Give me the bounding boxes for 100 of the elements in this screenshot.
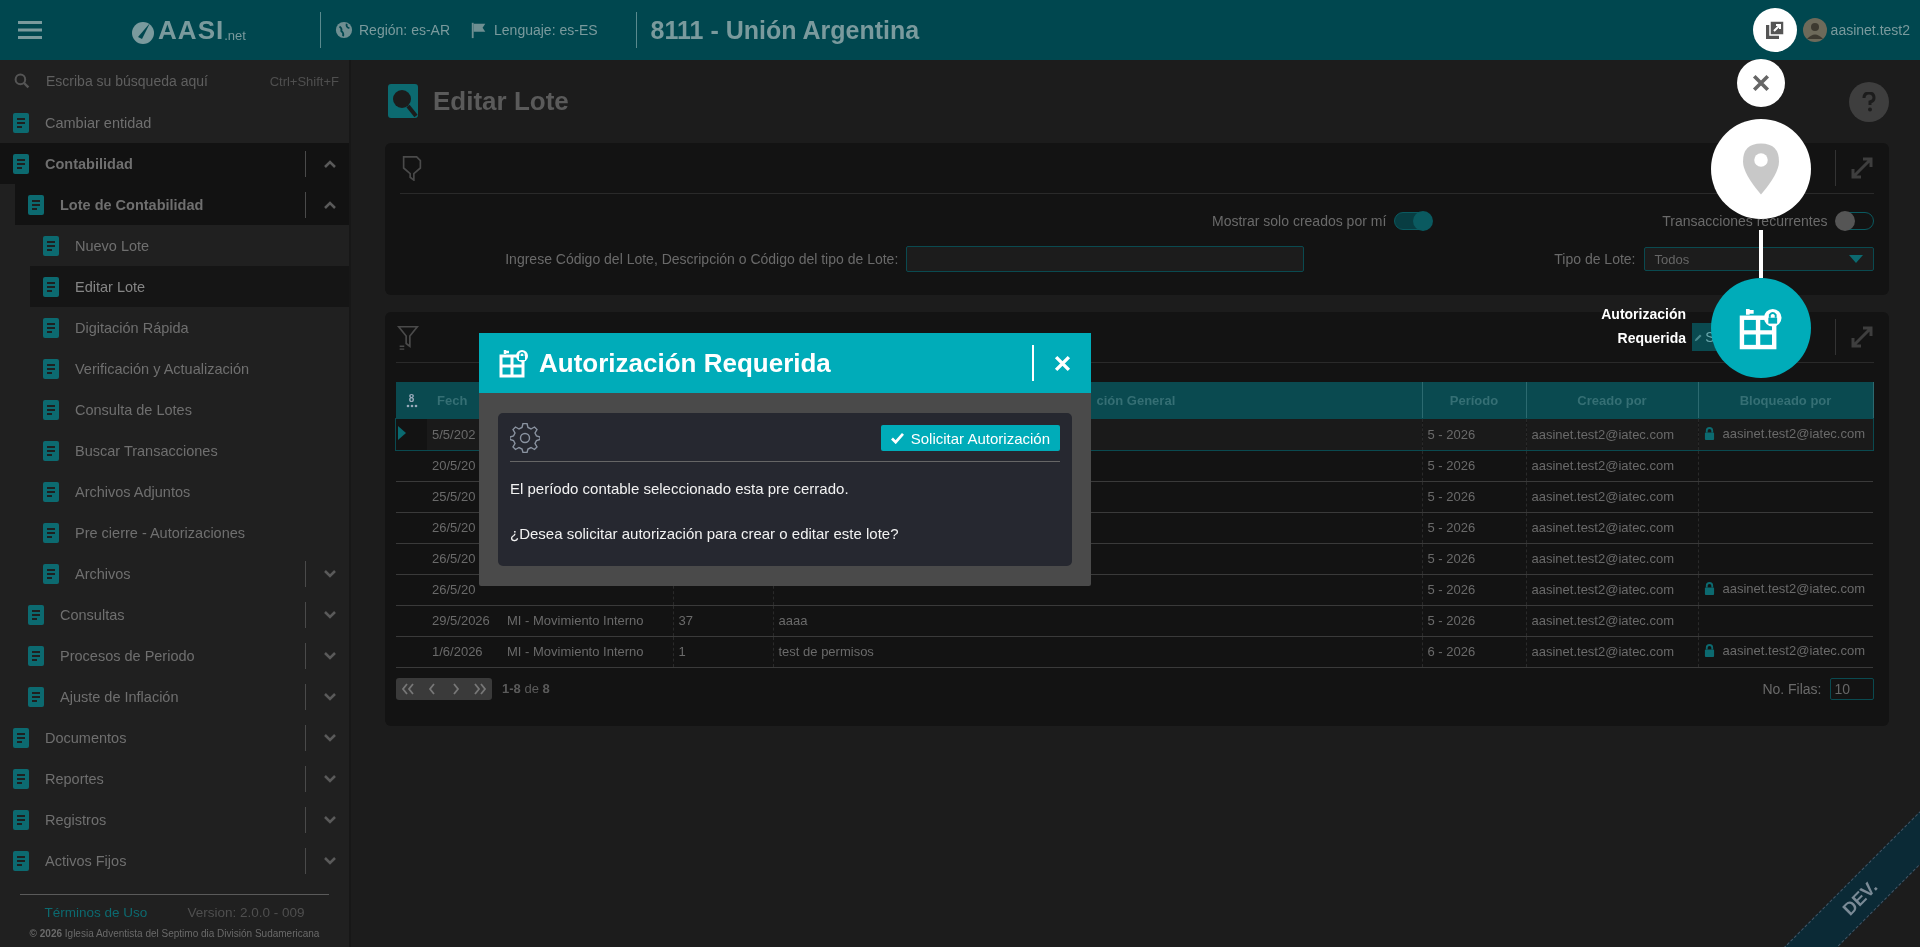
page-range: 1-8 de 8	[502, 681, 550, 696]
chevron-icon[interactable]	[323, 732, 337, 743]
table-cell: aasinet.test2@iatec.com	[1531, 458, 1675, 473]
expand-icon[interactable]	[1849, 155, 1874, 181]
request-authorization-button[interactable]: Solicitar Autorización	[880, 425, 1060, 451]
table-cell: 5 - 2026	[1427, 458, 1476, 473]
table-cell: MI - Movimiento Interno	[507, 644, 644, 659]
chevron-icon[interactable]	[323, 855, 337, 866]
table-cell: aasinet.test2@iatec.com	[1531, 426, 1675, 442]
document-icon	[26, 644, 46, 667]
table-cell: aasinet.test2@iatec.com	[1531, 489, 1675, 504]
sidebar-item[interactable]: Nuevo Lote	[30, 225, 349, 266]
terms-link[interactable]: Términos de Uso	[44, 905, 148, 920]
sidebar-item[interactable]: Consultas	[15, 594, 349, 635]
sidebar-item[interactable]: Archivos	[30, 553, 349, 594]
table-cell: aasinet.test2@iatec.com	[1531, 613, 1675, 628]
table-cell: 5 - 2026	[1427, 551, 1476, 566]
toggle-label: Transacciones recurrentes	[1662, 213, 1828, 229]
menu-icon[interactable]	[18, 20, 42, 40]
entity-title: 8111 - Unión Argentina	[650, 15, 920, 45]
table-cell: MI - Movimiento Interno	[507, 613, 644, 628]
chevron-icon[interactable]	[323, 773, 337, 784]
external-window-icon	[1764, 20, 1785, 40]
toggle-switch[interactable]	[1835, 212, 1874, 230]
document-icon	[41, 357, 61, 380]
sidebar-item[interactable]: Buscar Transacciones	[30, 430, 349, 471]
sidebar-item[interactable]: Cambiar entidad	[0, 102, 349, 143]
document-icon	[41, 234, 61, 257]
field-label: Ingrese Código del Lote, Descripción o Código del tipo de Lote:	[505, 251, 899, 267]
sidebar-item[interactable]: Consulta de Lotes	[30, 389, 349, 430]
page-title: Editar Lote	[433, 86, 569, 117]
table-cell: 29/5/2026	[432, 613, 490, 628]
search-field[interactable]: Escriba su búsqueda aquí	[44, 72, 270, 90]
table-cell: aasinet.test2@iatec.com	[1531, 644, 1675, 659]
export-button[interactable]	[1752, 8, 1797, 52]
table-cell: 37	[678, 613, 693, 628]
sidebar-item[interactable]: Ajuste de Inflación	[15, 676, 349, 717]
rows-per-page-field[interactable]: 10	[1829, 677, 1874, 700]
batch-search-field[interactable]	[906, 246, 1305, 272]
document-icon	[11, 849, 31, 872]
sidebar-item[interactable]: Verificación y Actualización	[30, 348, 349, 389]
field-label: Tipo de Lote:	[1554, 251, 1636, 267]
document-icon	[41, 521, 61, 544]
table-cell: 26/5/20	[432, 520, 476, 535]
chevron-icon[interactable]	[323, 568, 337, 579]
toggle-label: Mostrar solo creados por mí	[1212, 213, 1387, 229]
chevron-icon[interactable]	[323, 199, 337, 210]
sidebar-item[interactable]: Contabilidad	[0, 143, 349, 184]
sidebar-item[interactable]: Pre cierre - Autorizaciones	[30, 512, 349, 553]
sidebar-item[interactable]: Editar Lote	[30, 266, 349, 307]
sidebar-item[interactable]: Digitación Rápida	[30, 307, 349, 348]
table-cell: 1/6/2026	[432, 644, 483, 659]
user-name[interactable]: aasinet.test2	[1830, 22, 1910, 38]
lock-icon	[1703, 644, 1715, 657]
chevron-icon[interactable]	[323, 609, 337, 620]
sidebar-item[interactable]: Archivos Adjuntos	[30, 471, 349, 512]
check-icon	[890, 432, 904, 444]
language-label[interactable]: Lenguaje: es-ES	[494, 22, 598, 38]
sidebar-item[interactable]: Documentos	[0, 717, 349, 758]
logo-suffix: .net	[224, 27, 246, 43]
document-icon	[41, 480, 61, 503]
sidebar-item[interactable]: Procesos de Periodo	[15, 635, 349, 676]
document-icon	[11, 726, 31, 749]
sidebar-item[interactable]: Registros	[0, 799, 349, 840]
document-icon	[26, 193, 46, 216]
table-cell: 5 - 2026	[1427, 426, 1476, 442]
chevron-icon[interactable]	[323, 814, 337, 825]
lock-icon	[1703, 582, 1715, 595]
toggle-switch[interactable]	[1394, 212, 1433, 230]
document-icon	[11, 111, 31, 134]
close-icon[interactable]	[1737, 59, 1785, 107]
sidebar-item[interactable]: Activos Fijos	[0, 840, 349, 881]
more-dots-icon[interactable]	[405, 404, 418, 408]
search-icon	[14, 73, 30, 89]
settings-icon[interactable]	[510, 423, 540, 453]
table-cell: 1	[678, 644, 686, 659]
document-icon	[41, 562, 61, 585]
dialog-message: El período contable seleccionado esta pre cerrado.	[510, 480, 850, 497]
table-cell: aasinet.test2@iatec.com	[1531, 551, 1675, 566]
sidebar-item[interactable]: Lote de Contabilidad	[15, 184, 349, 225]
calendar-lock-icon	[499, 348, 529, 378]
document-icon	[11, 152, 31, 175]
sidebar-item[interactable]: Reportes	[0, 758, 349, 799]
table-cell: 26/5/20	[432, 582, 476, 597]
region-label[interactable]: Región: es-AR	[359, 22, 451, 38]
table-cell: aasinet.test2@iatec.com	[1531, 582, 1675, 597]
document-icon	[26, 685, 46, 708]
logo-text: AASI	[158, 14, 225, 46]
chevron-icon[interactable]	[323, 691, 337, 702]
document-icon	[26, 603, 46, 626]
table-cell: 6 - 2026	[1427, 644, 1476, 659]
table-row[interactable]: 29/5/2026 MI - Movimiento Interno 37 aaaa 5 - 2026 aasinet.test2@iatec.com	[396, 605, 1873, 636]
chevron-icon[interactable]	[323, 158, 337, 169]
expand-icon[interactable]	[1849, 324, 1874, 350]
batch-type-dropdown[interactable]: Todos	[1643, 247, 1874, 271]
avatar-icon[interactable]	[1802, 18, 1827, 42]
table-row[interactable]: 1/6/2026 MI - Movimiento Interno 1 test de permisos 6 - 2026 aasinet.test2@iatec.com aasinet.test2@iatec.com	[396, 636, 1873, 667]
document-icon	[41, 316, 61, 339]
chevron-icon[interactable]	[323, 650, 337, 661]
table-cell: test de permisos	[778, 644, 874, 659]
